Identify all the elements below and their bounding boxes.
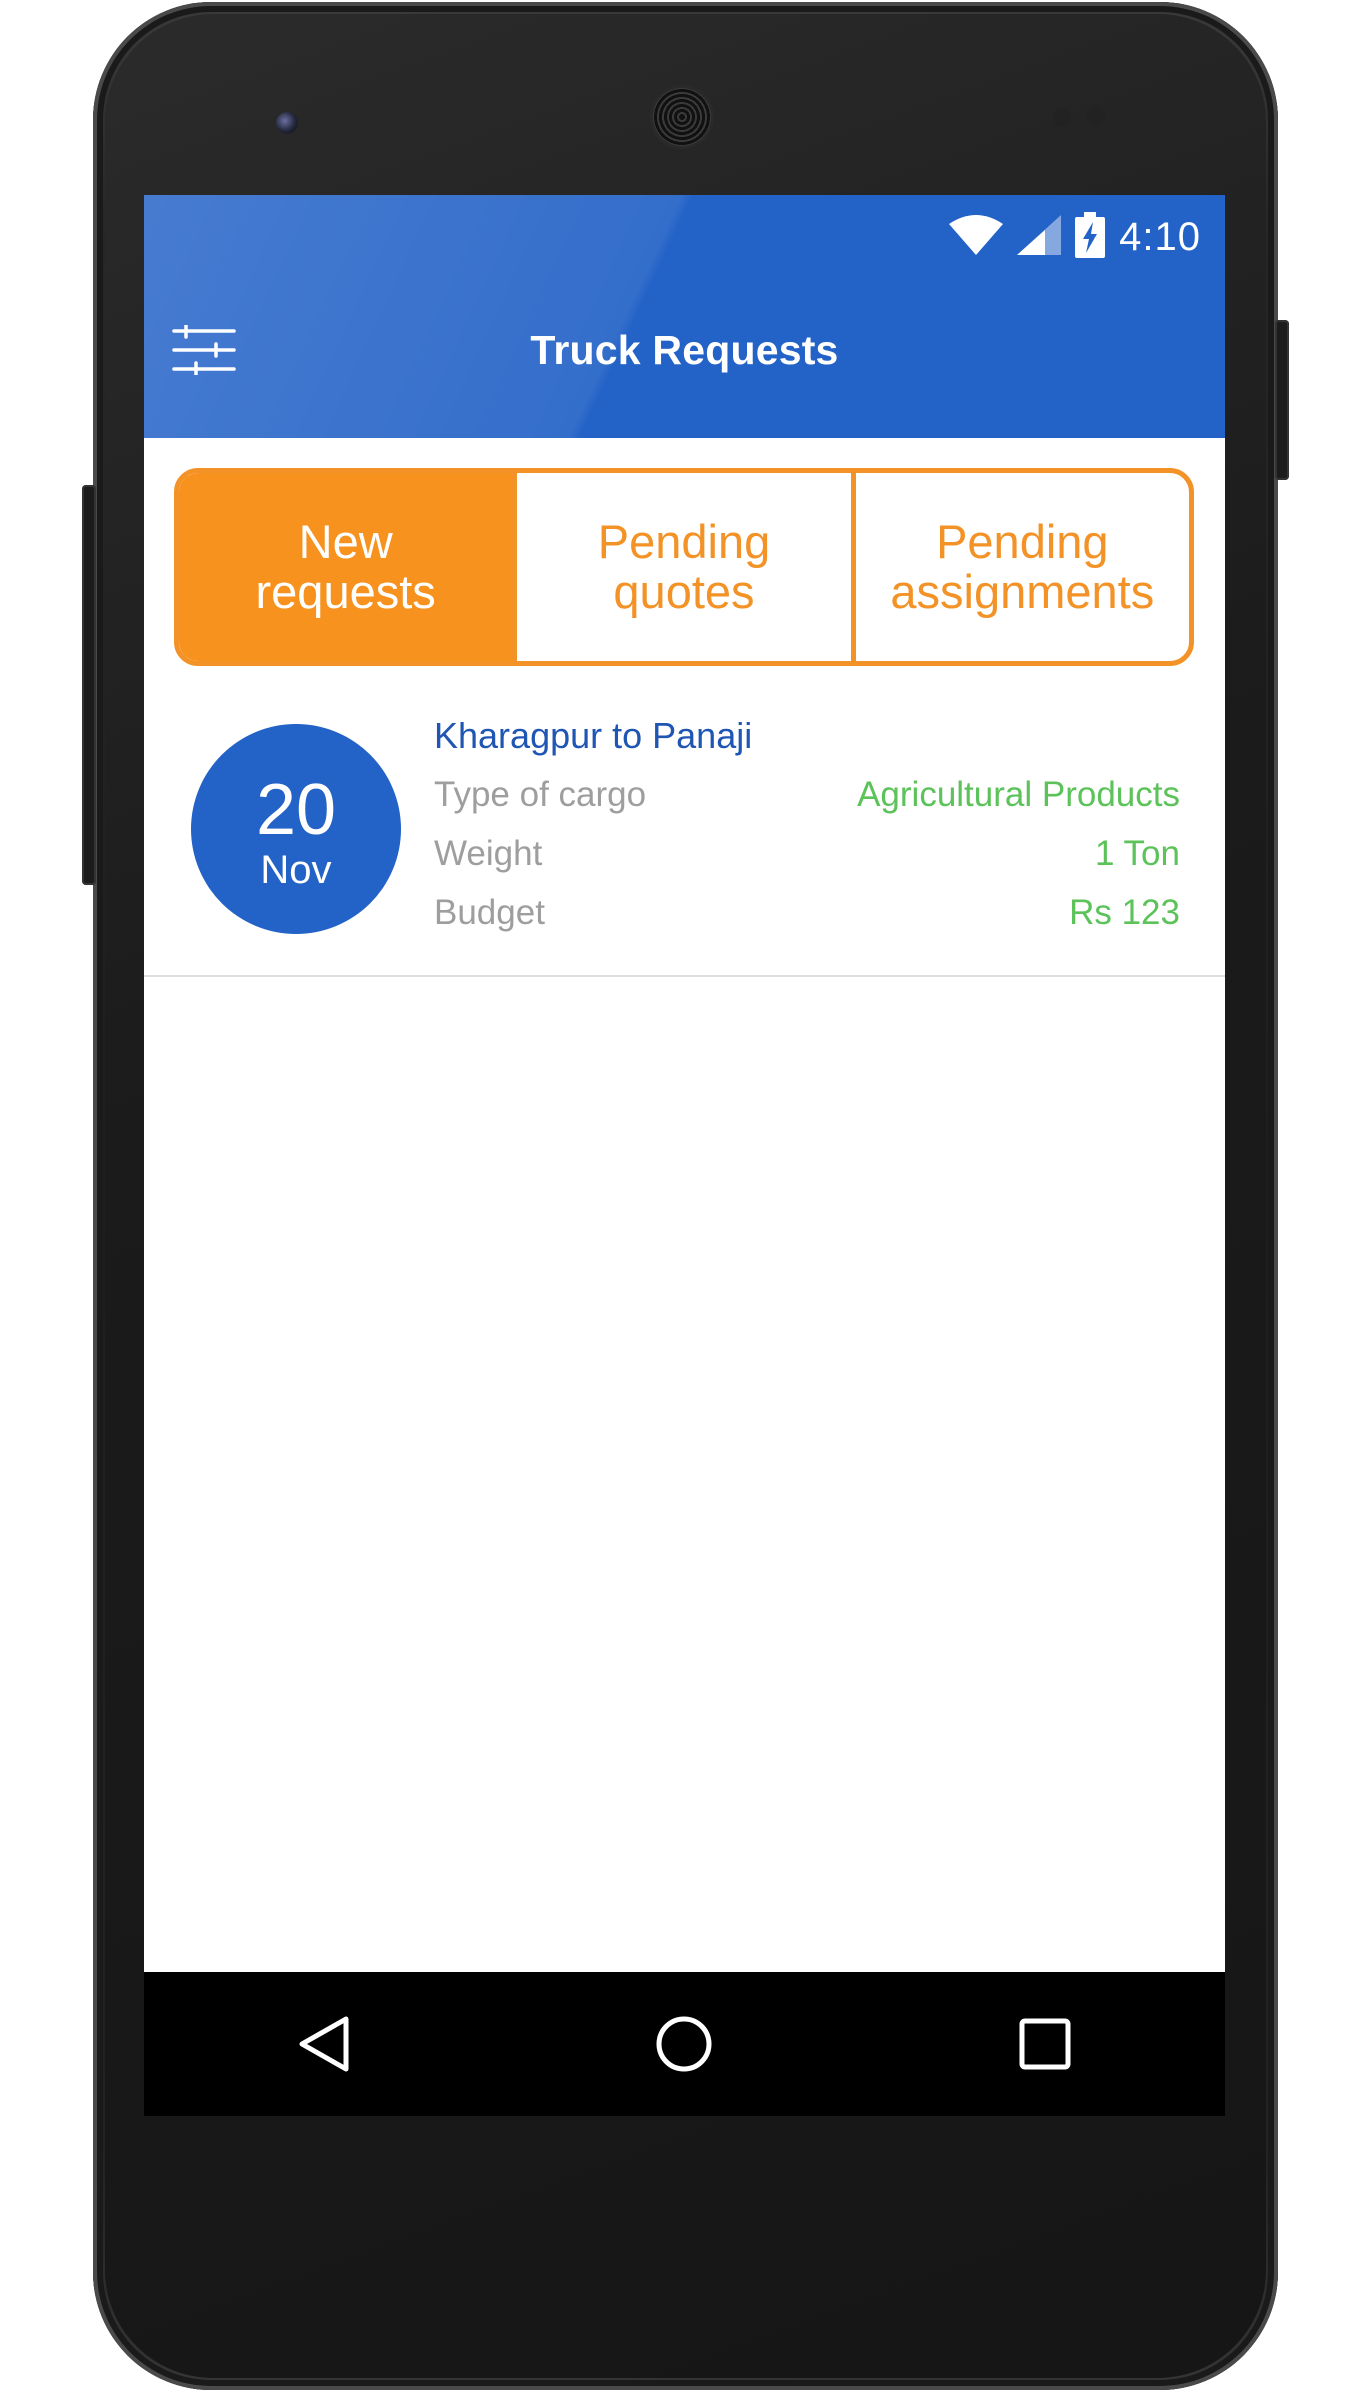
page-title: Truck Requests [530,327,839,373]
tab-label-line2: assignments [890,565,1155,618]
earpiece-speaker [653,88,711,146]
status-bar: 4:10 [949,211,1201,263]
tab-pending-assignments[interactable]: Pending assignments [850,473,1189,661]
tab-label-line1: New [298,515,393,568]
front-camera [276,112,298,134]
proximity-sensor [1053,108,1071,126]
detail-label: Type of cargo [434,775,647,814]
detail-row-cargo: Type of cargo Agricultural Products [434,775,1180,819]
back-icon [299,2016,349,2072]
detail-value: Agricultural Products [857,775,1180,814]
power-button [1275,320,1289,480]
tab-new-requests[interactable]: New requests [179,473,513,661]
tab-label-line2: requests [255,565,436,618]
navigation-bar [144,1972,1225,2116]
home-button[interactable] [634,1994,734,2094]
app-bar: 4:10 Truck Requests [144,195,1225,438]
tab-label-line1: Pending [597,515,771,568]
tab-label-line1: Pending [936,515,1109,568]
tab-pending-quotes[interactable]: Pending quotes [512,473,850,661]
detail-row-budget: Budget Rs 123 [434,893,1180,937]
status-time: 4:10 [1119,214,1201,259]
detail-value: 1 Ton [1095,834,1180,873]
light-sensor [1087,108,1105,126]
home-icon [656,2016,712,2072]
volume-button [82,485,96,885]
wifi-icon [949,214,1004,260]
request-tabs: New requests Pending quotes Pending assi… [174,468,1194,666]
battery-charging-icon [1075,211,1106,263]
back-button[interactable] [274,1994,374,2094]
list-item[interactable]: 20 Nov Kharagpur to Panaji Type of cargo… [144,695,1225,977]
detail-row-weight: Weight 1 Ton [434,834,1180,878]
tab-label-line2: quotes [613,565,755,618]
recents-button[interactable] [995,1994,1095,2094]
detail-label: Weight [434,834,543,873]
screen: 4:10 Truck Requests New requests Pending… [144,195,1225,2116]
cellular-signal-icon [1017,214,1062,260]
detail-label: Budget [434,893,545,932]
date-day: 20 [255,770,337,850]
date-month: Nov [260,848,332,892]
recents-icon [1019,2018,1071,2070]
detail-value: Rs 123 [1069,893,1180,932]
date-badge: 20 Nov [191,724,401,934]
route-title: Kharagpur to Panaji [434,715,753,756]
